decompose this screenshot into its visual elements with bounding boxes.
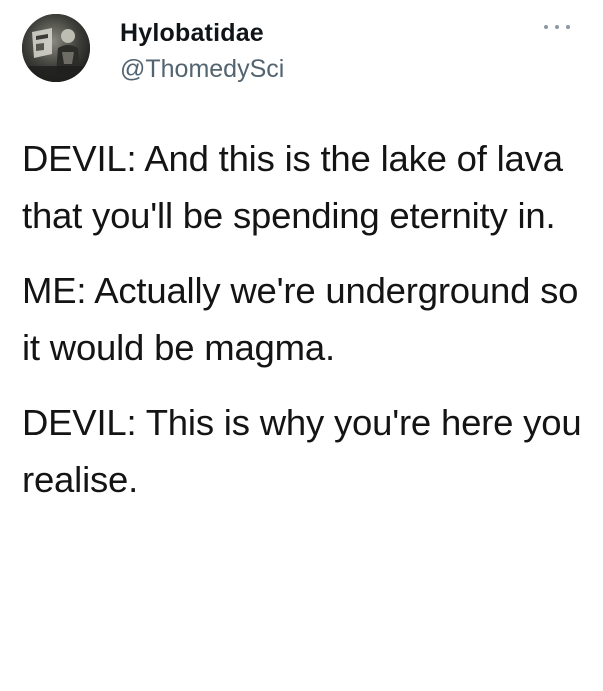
tweet-paragraph: DEVIL: And this is the lake of lava that… [22, 138, 563, 236]
tweet-text: DEVIL: And this is the lake of lava that… [22, 130, 587, 508]
tweet-paragraph: ME: Actually we're underground so it wou… [22, 270, 579, 368]
user-handle[interactable]: @ThomedySci [120, 54, 284, 84]
author-names: Hylobatidae @ThomedySci [120, 18, 284, 84]
tweet-card: Hylobatidae @ThomedySci DEVIL: And this … [0, 0, 603, 691]
display-name[interactable]: Hylobatidae [120, 18, 284, 48]
avatar[interactable] [22, 14, 90, 82]
profile-photo-icon [22, 14, 90, 82]
more-dot [555, 25, 559, 29]
tweet-paragraph: DEVIL: This is why you're here you reali… [22, 402, 582, 500]
more-options-icon[interactable] [544, 20, 570, 34]
tweet-header: Hylobatidae @ThomedySci [22, 14, 582, 88]
more-dot [544, 25, 548, 29]
more-dot [566, 25, 570, 29]
